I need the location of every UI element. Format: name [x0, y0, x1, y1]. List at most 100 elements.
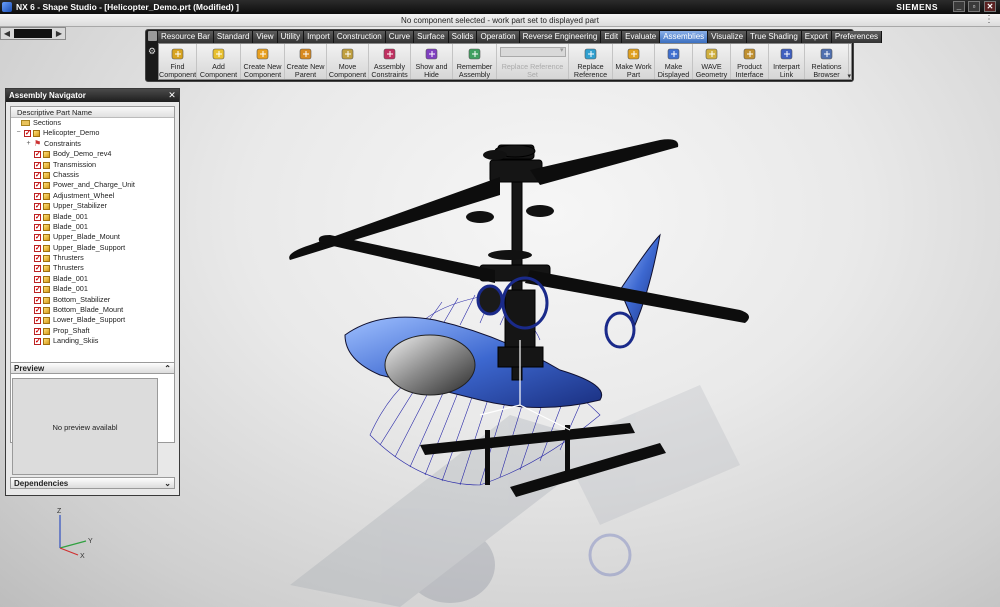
visibility-checkbox[interactable]: ✓ — [34, 307, 41, 315]
tree-row[interactable]: ✓ Blade_001 — [11, 222, 174, 232]
replace-reference-button[interactable]: Replace Reference — [569, 44, 613, 79]
forward-arrow-icon[interactable]: ▶ — [53, 28, 65, 39]
gear-icon[interactable]: ⚙ — [148, 46, 156, 57]
tab-view[interactable]: View — [253, 31, 278, 43]
make-work-part-button[interactable]: Make Work Part — [613, 44, 655, 79]
show-and-hide-button[interactable]: Show and Hide — [411, 44, 453, 79]
tree-row[interactable]: ✓ Prop_Shaft — [11, 326, 174, 336]
tab-export[interactable]: Export — [801, 31, 832, 43]
assembly-constraints-button[interactable]: Assembly Constraints — [369, 44, 411, 79]
visibility-checkbox[interactable]: ✓ — [34, 296, 41, 304]
visibility-checkbox[interactable]: ✓ — [34, 192, 41, 200]
tree-row[interactable]: ✓ Bottom_Blade_Mount — [11, 305, 174, 315]
visibility-checkbox[interactable]: ✓ — [24, 130, 31, 138]
tree-row[interactable]: ✓ Upper_Blade_Mount — [11, 232, 174, 242]
tab-reverse-engineering[interactable]: Reverse Engineering — [519, 31, 602, 43]
tab-edit[interactable]: Edit — [601, 31, 623, 43]
find-component-button[interactable]: Find Component — [159, 44, 197, 79]
tree-row[interactable]: + ⚑ Constraints — [11, 139, 174, 149]
dependencies-section-header[interactable]: Dependencies ⌄ — [10, 477, 175, 489]
visibility-checkbox[interactable]: ✓ — [34, 244, 41, 252]
tree-row[interactable]: ✓ Thrusters — [11, 253, 174, 263]
tab-preferences[interactable]: Preferences — [831, 31, 883, 43]
part-icon — [43, 265, 50, 273]
visibility-checkbox[interactable]: ✓ — [34, 203, 41, 211]
wave-geometry-button[interactable]: WAVE Geometry — [693, 44, 731, 79]
product-interface-button[interactable]: Product Interface — [731, 44, 769, 79]
chevron-down-icon[interactable]: ⌄ — [164, 478, 171, 489]
tree-row[interactable]: ✓ Blade_001 — [11, 284, 174, 294]
create-new-component-button[interactable]: Create New Component — [241, 44, 285, 79]
add-component-button[interactable]: Add Component — [197, 44, 241, 79]
restore-button[interactable]: ▫ — [968, 1, 980, 12]
helicopter-model-viewport[interactable] — [180, 85, 1000, 607]
tab-resource-bar[interactable]: Resource Bar — [158, 31, 214, 43]
tab-surface[interactable]: Surface — [414, 31, 449, 43]
minimize-button[interactable]: _ — [953, 1, 965, 12]
visibility-checkbox[interactable]: ✓ — [34, 171, 41, 179]
tab-true-shading[interactable]: True Shading — [747, 31, 802, 43]
tree-row[interactable]: ✓ Power_and_Charge_Unit — [11, 180, 174, 190]
tree-row-label: Prop_Shaft — [53, 325, 90, 335]
tab-evaluate[interactable]: Evaluate — [622, 31, 661, 43]
status-options-icon[interactable]: ⋮ — [984, 14, 994, 25]
tree-row[interactable]: ✓ Upper_Blade_Support — [11, 243, 174, 253]
visibility-checkbox[interactable]: ✓ — [34, 327, 41, 335]
tree-row[interactable]: ✓ Upper_Stabilizer — [11, 201, 174, 211]
visibility-checkbox[interactable]: ✓ — [34, 338, 41, 346]
tree-row[interactable]: − ✓ Helicopter_Demo — [11, 128, 174, 138]
tree-row[interactable]: ✓ Landing_Skiis — [11, 336, 174, 346]
tree-row[interactable]: ✓ Body_Demo_rev4 — [11, 149, 174, 159]
make-displayed-button[interactable]: Make Displayed — [655, 44, 693, 79]
visibility-checkbox[interactable]: ✓ — [34, 265, 41, 273]
ribbon-more-icon[interactable]: ▾ — [847, 72, 851, 80]
tree-row[interactable]: ✓ Adjustment_Wheel — [11, 191, 174, 201]
tree-row[interactable]: ✓ Lower_Blade_Support — [11, 315, 174, 325]
tree-row[interactable]: Sections — [11, 118, 174, 128]
close-button[interactable]: ✕ — [984, 1, 996, 12]
visibility-checkbox[interactable]: ✓ — [34, 213, 41, 221]
nx-app-icon[interactable] — [2, 2, 12, 12]
tree-row[interactable]: ✓ Transmission — [11, 160, 174, 170]
column-header-part-name[interactable]: Descriptive Part Name — [11, 107, 174, 118]
tab-solids[interactable]: Solids — [448, 31, 478, 43]
visibility-checkbox[interactable]: ✓ — [34, 234, 41, 242]
back-arrow-icon[interactable]: ◀ — [1, 28, 13, 39]
tree-row[interactable]: ✓ Thrusters — [11, 263, 174, 273]
tab-visualize[interactable]: Visualize — [708, 31, 748, 43]
visibility-checkbox[interactable]: ✓ — [34, 223, 41, 231]
tab-operation[interactable]: Operation — [477, 31, 520, 43]
tab-construction[interactable]: Construction — [333, 31, 386, 43]
interpart-link-button[interactable]: Interpart Link — [769, 44, 805, 79]
close-navigator-icon[interactable]: ✕ — [167, 90, 177, 100]
remember-assembly-button[interactable]: Remember Assembly — [453, 44, 497, 79]
tab-import[interactable]: Import — [304, 31, 334, 43]
tab-curve[interactable]: Curve — [385, 31, 415, 43]
button-label-line2: Reference — [573, 70, 608, 79]
visibility-checkbox[interactable]: ✓ — [34, 317, 41, 325]
visibility-checkbox[interactable]: ✓ — [34, 182, 41, 190]
visibility-checkbox[interactable]: ✓ — [34, 255, 41, 263]
collapse-icon[interactable]: − — [15, 129, 22, 137]
move-component-button[interactable]: Move Component — [327, 44, 369, 79]
chevron-up-icon[interactable]: ⌃ — [164, 363, 171, 374]
tree-row[interactable]: ✓ Blade_001 — [11, 212, 174, 222]
tab-assemblies[interactable]: Assemblies — [660, 31, 709, 43]
expand-icon[interactable]: + — [25, 140, 32, 148]
tree-row[interactable]: ✓ Chassis — [11, 170, 174, 180]
selection-filter-field[interactable] — [14, 29, 52, 38]
visibility-checkbox[interactable]: ✓ — [34, 161, 41, 169]
tab-standard[interactable]: Standard — [213, 31, 254, 43]
preview-section-header[interactable]: Preview ⌃ — [10, 362, 175, 374]
tab-utility[interactable]: Utility — [277, 31, 305, 43]
visibility-checkbox[interactable]: ✓ — [34, 275, 41, 283]
visibility-checkbox[interactable]: ✓ — [34, 286, 41, 294]
visibility-checkbox[interactable]: ✓ — [34, 151, 41, 159]
selection-navigator[interactable]: ◀ ▶ — [0, 27, 66, 40]
create-new-parent-button[interactable]: Create New Parent — [285, 44, 327, 79]
replace-reference-set-button[interactable]: Replace ReferenceSet — [497, 44, 569, 79]
relations-browser-button[interactable]: Relations Browser — [805, 44, 849, 79]
tree-row[interactable]: ✓ Bottom_Stabilizer — [11, 295, 174, 305]
ribbon-menu-icon[interactable] — [148, 31, 157, 41]
tree-row[interactable]: ✓ Blade_001 — [11, 274, 174, 284]
